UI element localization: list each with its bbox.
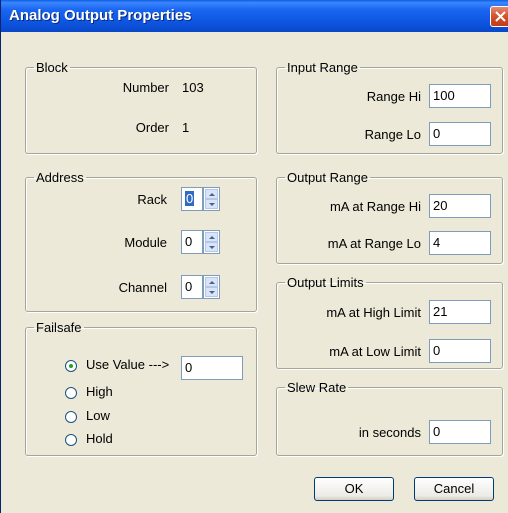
failsafe-use-value-label[interactable]: Use Value ---> <box>86 357 169 372</box>
dialog-window: Analog Output Properties Block Number 10… <box>0 0 508 513</box>
failsafe-low-radio[interactable] <box>65 411 77 423</box>
failsafe-high-radio[interactable] <box>65 387 77 399</box>
block-order-label: Order <box>135 120 169 135</box>
range-hi-input[interactable]: 100 <box>429 84 491 108</box>
channel-field[interactable]: 0 <box>181 275 203 299</box>
arrow-down-icon <box>209 246 215 249</box>
rack-value: 0 <box>185 191 195 206</box>
block-order-value: 1 <box>182 120 190 135</box>
module-spinner[interactable] <box>203 230 220 254</box>
block-number-label: Number <box>122 80 169 95</box>
input-range-legend: Input Range <box>287 60 358 75</box>
module-spin-down[interactable] <box>205 242 218 252</box>
ma-low-limit-label: mA at Low Limit <box>329 344 421 359</box>
ma-high-limit-label: mA at High Limit <box>326 305 421 320</box>
close-button[interactable] <box>490 6 508 27</box>
slew-seconds-label: in seconds <box>358 425 421 440</box>
channel-label: Channel <box>118 280 167 295</box>
block-legend: Block <box>36 60 68 75</box>
slew-seconds-input[interactable]: 0 <box>429 420 491 444</box>
output-limits-legend: Output Limits <box>287 275 364 290</box>
ma-range-lo-input[interactable]: 4 <box>429 231 491 255</box>
rack-label: Rack <box>137 192 167 207</box>
module-spin-up[interactable] <box>205 232 218 242</box>
arrow-down-icon <box>209 291 215 294</box>
failsafe-hold-label[interactable]: Hold <box>86 431 113 446</box>
failsafe-value-input[interactable]: 0 <box>181 356 243 380</box>
address-legend: Address <box>36 170 84 185</box>
rack-spin-up[interactable] <box>205 189 218 199</box>
channel-spin-down[interactable] <box>205 287 218 297</box>
failsafe-low-label[interactable]: Low <box>86 408 110 423</box>
arrow-up-icon <box>209 193 215 196</box>
failsafe-use-value-radio[interactable] <box>65 360 77 372</box>
radio-selected-dot <box>69 364 73 368</box>
ma-high-limit-input[interactable]: 21 <box>429 300 491 324</box>
rack-field[interactable]: 0 <box>181 187 203 211</box>
ma-low-limit-input[interactable]: 0 <box>429 339 491 363</box>
ok-button[interactable]: OK <box>314 477 394 501</box>
module-field[interactable]: 0 <box>181 230 203 254</box>
ma-range-hi-label: mA at Range Hi <box>329 199 421 214</box>
slew-rate-legend: Slew Rate <box>287 380 347 395</box>
block-group: Block <box>25 60 257 154</box>
range-hi-label: Range Hi <box>366 89 421 104</box>
failsafe-high-label[interactable]: High <box>86 384 113 399</box>
ma-range-hi-input[interactable]: 20 <box>429 194 491 218</box>
rack-spin-down[interactable] <box>205 199 218 209</box>
close-icon <box>495 11 506 22</box>
channel-spin-up[interactable] <box>205 277 218 287</box>
output-range-legend: Output Range <box>287 170 368 185</box>
window-title: Analog Output Properties <box>9 7 192 24</box>
slew-rate-group: Slew Rate <box>276 380 503 456</box>
arrow-down-icon <box>209 203 215 206</box>
failsafe-hold-radio[interactable] <box>65 434 77 446</box>
arrow-up-icon <box>209 236 215 239</box>
module-label: Module <box>124 235 167 250</box>
block-number-value: 103 <box>182 80 204 95</box>
rack-spinner[interactable] <box>203 187 220 211</box>
range-lo-label: Range Lo <box>364 127 421 142</box>
channel-spinner[interactable] <box>203 275 220 299</box>
title-bar[interactable]: Analog Output Properties <box>1 0 508 32</box>
ma-range-lo-label: mA at Range Lo <box>327 236 421 251</box>
cancel-button[interactable]: Cancel <box>414 477 494 501</box>
range-lo-input[interactable]: 0 <box>429 122 491 146</box>
arrow-up-icon <box>209 281 215 284</box>
failsafe-legend: Failsafe <box>36 320 82 335</box>
failsafe-group: Failsafe <box>25 320 257 456</box>
